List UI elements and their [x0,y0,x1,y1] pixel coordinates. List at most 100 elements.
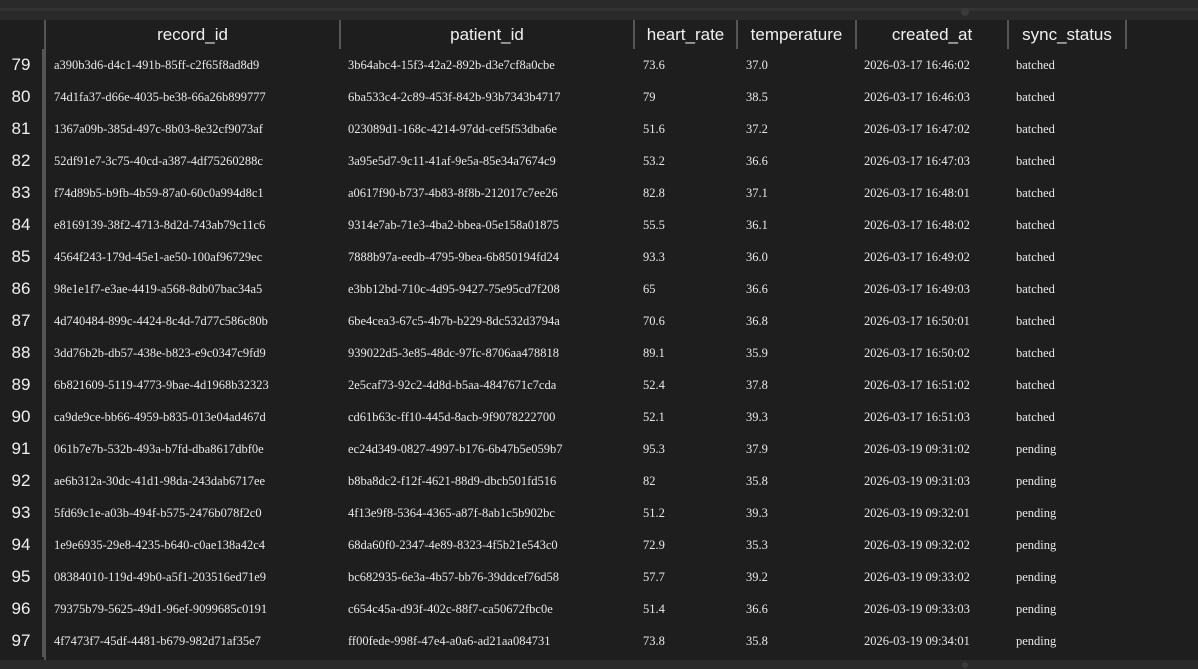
table-row[interactable]: 81 1367a09b-385d-497c-8b03-8e32cf9073af 02… [0,113,1198,145]
cell-created-at[interactable]: 2026-03-17 16:48:02 [864,209,970,241]
cell-sync-status[interactable]: batched [1016,177,1055,209]
cell-patient-id[interactable]: c654c45a-d93f-402c-88f7-ca50672fbc0e [348,593,553,625]
cell-temperature[interactable]: 39.3 [746,401,768,433]
cell-temperature[interactable]: 35.8 [746,465,768,497]
cell-record-id[interactable]: 98e1e1f7-e3ae-4419-a568-8db07bac34a5 [54,273,262,305]
cell-created-at[interactable]: 2026-03-19 09:32:02 [864,529,970,561]
table-row[interactable]: 80 74d1fa37-d66e-4035-be38-66a26b899777 6b… [0,81,1198,113]
cell-patient-id[interactable]: 2e5caf73-92c2-4d8d-b5aa-4847671c7cda [348,369,556,401]
cell-sync-status[interactable]: batched [1016,81,1055,113]
cell-temperature[interactable]: 37.9 [746,433,768,465]
cell-sync-status[interactable]: pending [1016,625,1056,657]
table-row[interactable]: 83 f74d89b5-b9fb-4b59-87a0-60c0a994d8c1 a0… [0,177,1198,209]
cell-heart-rate[interactable]: 73.8 [643,625,665,657]
cell-created-at[interactable]: 2026-03-17 16:47:02 [864,113,970,145]
cell-created-at[interactable]: 2026-03-17 16:49:03 [864,273,970,305]
cell-patient-id[interactable]: e3bb12bd-710c-4d95-9427-75e95cd7f208 [348,273,560,305]
cell-heart-rate[interactable]: 82 [643,465,656,497]
cell-sync-status[interactable]: batched [1016,113,1055,145]
cell-sync-status[interactable]: pending [1016,465,1056,497]
table-row[interactable]: 89 6b821609-5119-4773-9bae-4d1968b32323 2e… [0,369,1198,401]
column-header-sync-status[interactable]: sync_status [1009,20,1127,49]
table-row[interactable]: 92 ae6b312a-30dc-41d1-98da-243dab6717ee b8… [0,465,1198,497]
cell-record-id[interactable]: ae6b312a-30dc-41d1-98da-243dab6717ee [54,465,265,497]
cell-patient-id[interactable]: 4f13e9f8-5364-4365-a87f-8ab1c5b902bc [348,497,555,529]
cell-patient-id[interactable]: 6be4cea3-67c5-4b7b-b229-8dc532d3794a [348,305,560,337]
table-row[interactable]: 87 4d740484-899c-4424-8c4d-7d77c586c80b 6b… [0,305,1198,337]
cell-patient-id[interactable]: 3b64abc4-15f3-42a2-892b-d3e7cf8a0cbe [348,49,555,81]
cell-record-id[interactable]: 4f7473f7-45df-4481-b679-982d71af35e7 [54,625,261,657]
cell-created-at[interactable]: 2026-03-19 09:31:03 [864,465,970,497]
cell-temperature[interactable]: 35.9 [746,337,768,369]
cell-temperature[interactable]: 36.0 [746,241,768,273]
cell-record-id[interactable]: ca9de9ce-bb66-4959-b835-013e04ad467d [54,401,266,433]
cell-patient-id[interactable]: 68da60f0-2347-4e89-8323-4f5b21e543c0 [348,529,558,561]
cell-created-at[interactable]: 2026-03-17 16:49:02 [864,241,970,273]
cell-record-id[interactable]: f74d89b5-b9fb-4b59-87a0-60c0a994d8c1 [54,177,264,209]
cell-sync-status[interactable]: batched [1016,209,1055,241]
column-header-temperature[interactable]: temperature [738,20,857,49]
cell-temperature[interactable]: 36.6 [746,145,768,177]
scroll-handle-icon[interactable] [961,8,969,16]
cell-patient-id[interactable]: bc682935-6e3a-4b57-bb76-39ddcef76d58 [348,561,559,593]
cell-created-at[interactable]: 2026-03-17 16:46:03 [864,81,970,113]
cell-created-at[interactable]: 2026-03-19 09:31:02 [864,433,970,465]
cell-temperature[interactable]: 36.8 [746,305,768,337]
cell-record-id[interactable]: 1367a09b-385d-497c-8b03-8e32cf9073af [54,113,263,145]
cell-sync-status[interactable]: batched [1016,337,1055,369]
table-row[interactable]: 88 3dd76b2b-db57-438e-b823-e9c0347c9fd9 93… [0,337,1198,369]
cell-sync-status[interactable]: pending [1016,593,1056,625]
cell-record-id[interactable]: 6b821609-5119-4773-9bae-4d1968b32323 [54,369,269,401]
column-header-record-id[interactable]: record_id [46,20,341,49]
table-row[interactable]: 82 52df91e7-3c75-40cd-a387-4df75260288c 3a… [0,145,1198,177]
cell-temperature[interactable]: 39.3 [746,497,768,529]
cell-heart-rate[interactable]: 51.6 [643,113,665,145]
cell-created-at[interactable]: 2026-03-19 09:34:01 [864,625,970,657]
cell-heart-rate[interactable]: 82.8 [643,177,665,209]
cell-heart-rate[interactable]: 52.1 [643,401,665,433]
cell-patient-id[interactable]: 3a95e5d7-9c11-41af-9e5a-85e34a7674c9 [348,145,556,177]
cell-created-at[interactable]: 2026-03-19 09:33:02 [864,561,970,593]
cell-heart-rate[interactable]: 57.7 [643,561,665,593]
cell-patient-id[interactable]: cd61b63c-ff10-445d-8acb-9f9078222700 [348,401,555,433]
cell-heart-rate[interactable]: 73.6 [643,49,665,81]
cell-sync-status[interactable]: batched [1016,273,1055,305]
cell-record-id[interactable]: 3dd76b2b-db57-438e-b823-e9c0347c9fd9 [54,337,266,369]
table-row[interactable]: 93 5fd69c1e-a03b-494f-b575-2476b078f2c0 4f… [0,497,1198,529]
cell-sync-status[interactable]: pending [1016,497,1056,529]
horizontal-scroll-track[interactable] [0,8,1198,11]
cell-sync-status[interactable]: batched [1016,241,1055,273]
cell-created-at[interactable]: 2026-03-17 16:51:02 [864,369,970,401]
table-row[interactable]: 97 4f7473f7-45df-4481-b679-982d71af35e7 ff… [0,625,1198,657]
cell-sync-status[interactable]: pending [1016,529,1056,561]
cell-temperature[interactable]: 36.6 [746,593,768,625]
cell-temperature[interactable]: 39.2 [746,561,768,593]
cell-temperature[interactable]: 37.2 [746,113,768,145]
cell-patient-id[interactable]: 939022d5-3e85-48dc-97fc-8706aa478818 [348,337,559,369]
cell-patient-id[interactable]: a0617f90-b737-4b83-8f8b-212017c7ee26 [348,177,558,209]
cell-sync-status[interactable]: batched [1016,145,1055,177]
cell-patient-id[interactable]: 9314e7ab-71e3-4ba2-bbea-05e158a01875 [348,209,559,241]
cell-temperature[interactable]: 36.1 [746,209,768,241]
cell-created-at[interactable]: 2026-03-17 16:46:02 [864,49,970,81]
cell-patient-id[interactable]: b8ba8dc2-f12f-4621-88d9-dbcb501fd516 [348,465,556,497]
cell-sync-status[interactable]: pending [1016,433,1056,465]
table-row[interactable]: 90 ca9de9ce-bb66-4959-b835-013e04ad467d cd… [0,401,1198,433]
cell-sync-status[interactable]: pending [1016,561,1056,593]
cell-patient-id[interactable]: ec24d349-0827-4997-b176-6b47b5e059b7 [348,433,563,465]
cell-temperature[interactable]: 38.5 [746,81,768,113]
cell-created-at[interactable]: 2026-03-17 16:48:01 [864,177,970,209]
table-row[interactable]: 84 e8169139-38f2-4713-8d2d-743ab79c11c6 93… [0,209,1198,241]
cell-patient-id[interactable]: 7888b97a-eedb-4795-9bea-6b850194fd24 [348,241,559,273]
cell-heart-rate[interactable]: 51.4 [643,593,665,625]
cell-heart-rate[interactable]: 95.3 [643,433,665,465]
cell-heart-rate[interactable]: 51.2 [643,497,665,529]
cell-record-id[interactable]: 4564f243-179d-45e1-ae50-100af96729ec [54,241,262,273]
column-header-created-at[interactable]: created_at [857,20,1009,49]
table-row[interactable]: 85 4564f243-179d-45e1-ae50-100af96729ec 78… [0,241,1198,273]
cell-heart-rate[interactable]: 93.3 [643,241,665,273]
cell-heart-rate[interactable]: 55.5 [643,209,665,241]
cell-record-id[interactable]: 74d1fa37-d66e-4035-be38-66a26b899777 [54,81,266,113]
cell-created-at[interactable]: 2026-03-17 16:47:03 [864,145,970,177]
cell-record-id[interactable]: a390b3d6-d4c1-491b-85ff-c2f65f8ad8d9 [54,49,259,81]
